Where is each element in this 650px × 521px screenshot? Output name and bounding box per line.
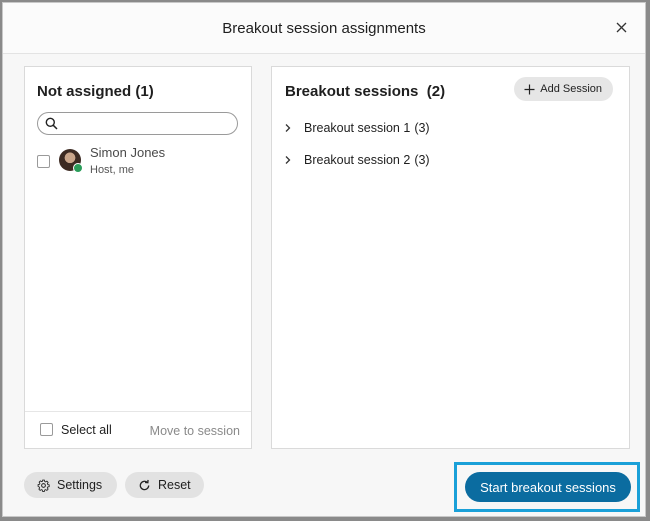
breakout-sessions-count: (2) (426, 83, 446, 100)
move-to-session-button[interactable]: Move to session (150, 424, 240, 438)
refresh-icon (139, 479, 150, 490)
avatar (59, 149, 83, 173)
session-name: Breakout session 2 (304, 153, 411, 167)
session-name: Breakout session 1 (304, 121, 411, 135)
close-button[interactable] (607, 13, 635, 41)
select-all-checkbox[interactable] (40, 423, 53, 436)
gear-icon (37, 479, 50, 492)
presence-status-icon (73, 163, 83, 173)
close-icon (616, 22, 626, 32)
session-count: (3) (414, 121, 430, 135)
not-assigned-count: (1) (135, 83, 154, 100)
participant-role: Host, me (90, 164, 135, 176)
settings-label: Settings (57, 478, 103, 492)
reset-label: Reset (158, 478, 191, 492)
plus-icon (524, 84, 535, 94)
not-assigned-heading: Not assigned (1) (37, 83, 154, 100)
add-session-label: Add Session (540, 83, 602, 95)
select-all-label[interactable]: Select all (61, 423, 112, 437)
participant-name: Simon Jones (90, 145, 166, 160)
breakout-sessions-title: Breakout sessions (285, 83, 419, 100)
reset-button[interactable]: Reset (125, 472, 204, 498)
breakout-assignments-dialog: Breakout session assignments Not assigne… (2, 2, 646, 517)
search-icon (45, 117, 58, 130)
not-assigned-footer: Select all Move to session (25, 411, 251, 448)
not-assigned-title: Not assigned (37, 83, 132, 100)
dialog-title: Breakout session assignments (222, 20, 426, 37)
breakout-sessions-panel: Breakout sessions (2) Add Session Breako… (271, 66, 630, 449)
breakout-sessions-heading: Breakout sessions (2) (285, 83, 445, 100)
start-breakout-sessions-button[interactable]: Start breakout sessions (465, 472, 631, 502)
participant-search[interactable] (37, 112, 238, 135)
session-item-1[interactable]: Breakout session 1 (3) (284, 118, 430, 138)
participant-row[interactable]: Simon Jones Host, me (25, 143, 251, 183)
settings-button[interactable]: Settings (24, 472, 117, 498)
search-input[interactable] (62, 115, 236, 134)
dialog-titlebar: Breakout session assignments (3, 3, 645, 54)
chevron-right-icon (284, 123, 296, 133)
session-count: (3) (414, 153, 430, 167)
chevron-right-icon (284, 155, 296, 165)
session-item-2[interactable]: Breakout session 2 (3) (284, 150, 430, 170)
add-session-button[interactable]: Add Session (514, 77, 613, 101)
not-assigned-panel: Not assigned (1) Simon Jones Host, me Se… (24, 66, 252, 449)
start-button-focus-ring: Start breakout sessions (454, 462, 640, 512)
participant-checkbox[interactable] (37, 155, 50, 168)
